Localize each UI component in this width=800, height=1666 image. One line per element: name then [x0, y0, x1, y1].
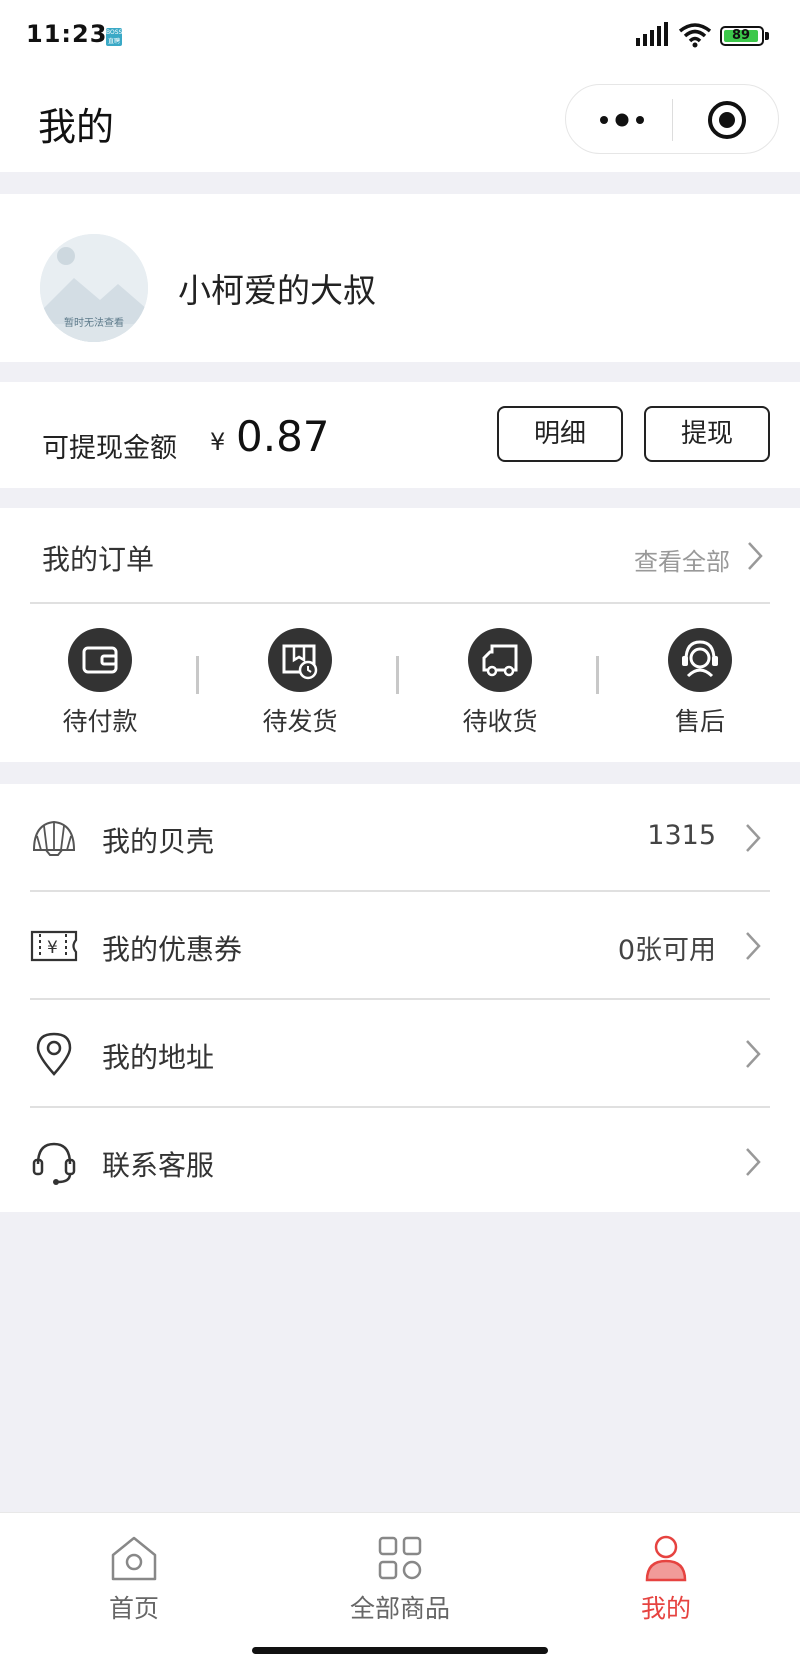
wifi-icon — [678, 23, 712, 48]
coupon-icon: ¥ — [30, 930, 78, 962]
profile-card[interactable]: 暂时无法查看 小柯爱的大叔 — [0, 194, 800, 362]
chevron-right-icon — [746, 1148, 761, 1176]
menu-label: 我的地址 — [102, 1041, 215, 1074]
avatar[interactable]: 暂时无法查看 — [40, 234, 148, 342]
menu-item-address[interactable]: 我的地址 — [0, 1000, 800, 1106]
signal-icon — [636, 22, 668, 46]
tab-home[interactable]: 首页 — [34, 1533, 234, 1625]
username: 小柯爱的大叔 — [178, 271, 409, 310]
tab-all-products[interactable]: 全部商品 — [300, 1533, 500, 1625]
order-pending-shipment[interactable]: 待发货 — [220, 628, 380, 738]
wallet-icon — [68, 628, 132, 692]
page-title: 我的 — [38, 105, 115, 149]
tab-mine[interactable]: 我的 — [566, 1533, 766, 1625]
battery-icon: 89 — [720, 26, 764, 46]
order-label: 售后 — [674, 707, 725, 736]
location-pin-icon — [36, 1032, 72, 1076]
shells-count: 1315 — [647, 820, 716, 851]
top-bar: 11:23 BOSS 直聘 89 我的 — [0, 0, 800, 172]
chevron-right-icon — [746, 932, 761, 960]
capsule-divider — [672, 99, 673, 141]
order-label: 待发货 — [262, 707, 338, 736]
battery-level: 89 — [724, 29, 758, 42]
order-separator — [596, 656, 599, 694]
currency-symbol: ¥ — [210, 428, 226, 456]
status-time: 11:23 — [26, 20, 108, 48]
more-icon[interactable] — [596, 105, 648, 135]
coupons-available: 0张可用 — [617, 935, 716, 966]
menu-card: 我的贝壳 1315 ¥ 我的优惠券 0张可用 我的地址 联系客服 — [0, 784, 800, 1212]
chevron-right-icon[interactable] — [746, 540, 764, 572]
menu-item-coupons[interactable]: ¥ 我的优惠券 0张可用 — [0, 892, 800, 998]
order-label: 待收货 — [462, 707, 538, 736]
order-separator — [396, 656, 399, 694]
order-after-sales[interactable]: 售后 — [620, 628, 780, 738]
chevron-right-icon — [746, 1040, 761, 1068]
grid-icon — [378, 1536, 422, 1580]
tab-label: 首页 — [108, 1594, 159, 1623]
truck-icon — [468, 628, 532, 692]
order-pending-receipt[interactable]: 待收货 — [420, 628, 580, 738]
home-indicator[interactable] — [252, 1647, 548, 1654]
withdraw-button[interactable]: 提现 — [644, 406, 770, 462]
tab-label: 全部商品 — [349, 1594, 450, 1623]
home-icon — [111, 1536, 157, 1581]
menu-label: 我的贝壳 — [102, 825, 215, 858]
app-notification-icon: BOSS 直聘 — [106, 28, 123, 46]
battery-tip — [765, 32, 769, 40]
user-icon — [645, 1535, 687, 1582]
orders-title: 我的订单 — [42, 543, 155, 576]
shell-icon — [32, 820, 76, 856]
orders-divider — [30, 602, 770, 604]
headset-agent-icon — [668, 628, 732, 692]
balance-label: 可提现金额 — [42, 433, 177, 464]
view-all-orders-link[interactable]: 查看全部 — [634, 542, 730, 577]
package-clock-icon — [268, 628, 332, 692]
headset-icon — [32, 1142, 76, 1185]
svg-text:¥: ¥ — [47, 938, 58, 958]
chevron-right-icon — [746, 824, 761, 852]
menu-item-shells[interactable]: 我的贝壳 1315 — [0, 784, 800, 890]
tab-label: 我的 — [640, 1594, 691, 1623]
orders-card: 我的订单 查看全部 待付款 待发货 待收货 售后 — [0, 508, 800, 762]
tab-bar: 首页 全部商品 我的 — [0, 1512, 800, 1666]
detail-button[interactable]: 明细 — [497, 406, 623, 462]
order-separator — [196, 656, 199, 694]
close-target-icon[interactable] — [706, 99, 748, 141]
mini-program-capsule — [565, 84, 779, 154]
order-label: 待付款 — [62, 707, 138, 736]
order-pending-payment[interactable]: 待付款 — [20, 628, 180, 738]
menu-item-customer-service[interactable]: 联系客服 — [0, 1108, 800, 1214]
balance-card: 可提现金额 ¥ 0.87 明细 提现 — [0, 382, 800, 488]
avatar-placeholder-text: 暂时无法查看 — [64, 318, 124, 329]
menu-label: 我的优惠券 — [102, 933, 243, 966]
menu-label: 联系客服 — [102, 1149, 215, 1182]
balance-amount: 0.87 — [236, 412, 330, 461]
